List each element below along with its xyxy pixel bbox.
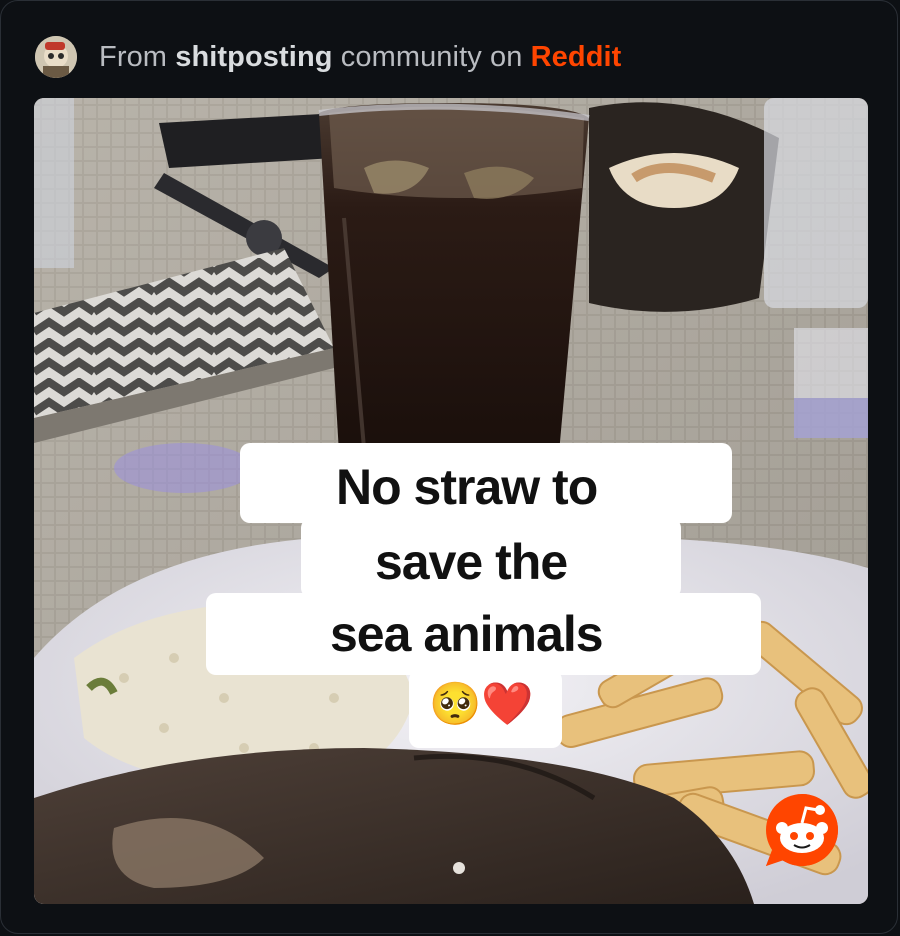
post-image[interactable]: No straw to save the sea animals 🥺❤️ [34,98,868,904]
source-prefix: From [99,40,176,73]
reddit-embed-card: From shitposting community on Reddit No … [0,0,898,934]
post-source-header: From shitposting community on Reddit [35,35,621,79]
community-avatar-icon[interactable] [35,36,77,78]
community-name-link[interactable]: shitposting [175,41,332,73]
meme-photo [34,98,868,904]
platform-link[interactable]: Reddit [531,41,622,73]
post-source-text: From shitposting community on Reddit [99,41,621,74]
reddit-snoo-icon[interactable] [762,790,842,870]
source-middle: community on [332,40,531,73]
